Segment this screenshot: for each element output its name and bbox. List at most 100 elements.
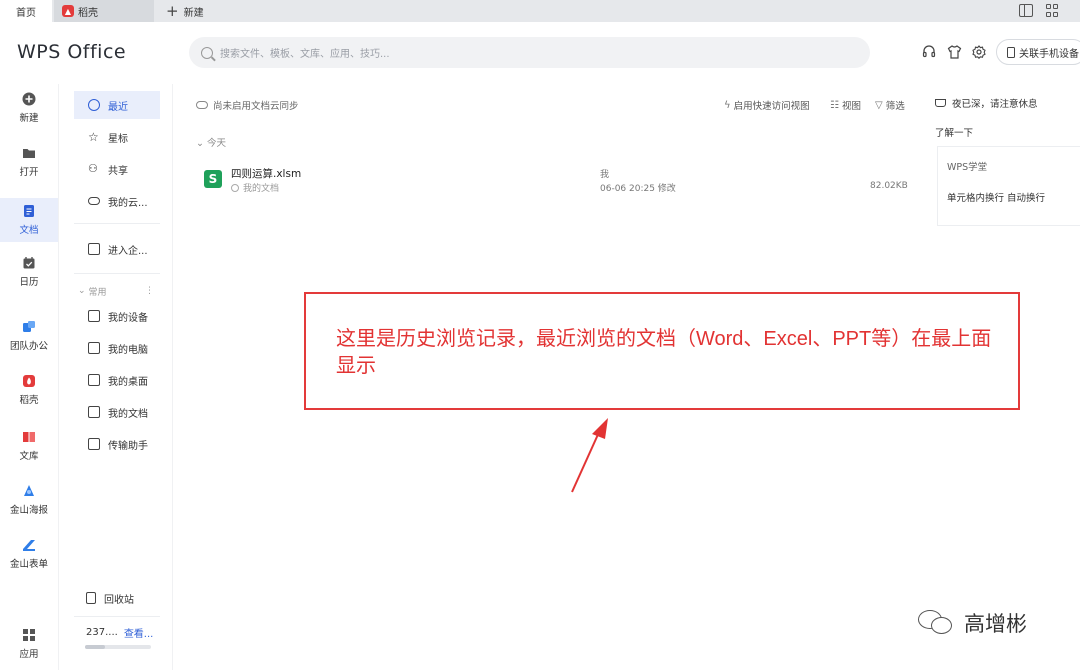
nav-label: 最近 <box>108 101 128 113</box>
link-phone-label: 关联手机设备 <box>1019 48 1079 60</box>
spreadsheet-file-icon: S <box>204 170 222 188</box>
file-modified-time: 06-06 20:25 修改 <box>600 184 676 194</box>
rail-item-daoke[interactable]: 稻壳 <box>0 374 58 414</box>
settings-gear-icon[interactable] <box>971 44 987 60</box>
nav-item-my-desktop[interactable]: 我的桌面 <box>74 366 160 394</box>
sync-note-text: 尚未启用文档云同步 <box>213 101 299 112</box>
rail-item-library[interactable]: 文库 <box>0 430 58 470</box>
new-tab-button[interactable]: + 新建 <box>164 0 224 22</box>
more-icon[interactable]: ⋮ <box>145 286 154 296</box>
file-name[interactable]: 四则运算.xlsm <box>231 166 301 181</box>
tab-bar: 首页 ▲ 稻壳 + 新建 <box>0 0 1080 22</box>
grid-view-icon[interactable] <box>1046 4 1060 17</box>
nav-item-mycloud[interactable]: 我的云... <box>74 187 160 215</box>
nav-item-my-docs[interactable]: 我的文档 <box>74 398 160 426</box>
card-tip[interactable]: 单元格内换行 自动换行 <box>947 190 1045 204</box>
form-icon <box>23 540 35 551</box>
rail-item-poster[interactable]: 金山海报 <box>0 484 58 524</box>
building-icon <box>88 243 100 255</box>
nav-item-enterprise[interactable]: 进入企... <box>74 235 160 263</box>
storage-used: 237.... <box>86 626 118 638</box>
rail-item-team[interactable]: 团队办公 <box>0 320 58 360</box>
section-today[interactable]: ⌄ 今天 <box>196 135 226 149</box>
nav-separator <box>74 273 160 274</box>
view-button[interactable]: ☷ 视图 <box>830 98 861 113</box>
nav-label: 星标 <box>108 133 128 145</box>
nav-group-label: 常用 <box>88 287 107 298</box>
location-icon <box>231 183 239 192</box>
file-location-text: 我的文档 <box>243 184 280 194</box>
nav-item-transfer[interactable]: 传输助手 <box>74 430 160 458</box>
rail-label: 文库 <box>19 451 39 462</box>
rail-item-form[interactable]: 金山表单 <box>0 538 58 578</box>
skin-shirt-icon[interactable] <box>946 44 962 60</box>
left-rail: 新建 打开 文档 日历 团队办公 稻壳 文库 金山海报 金山表单 应用 <box>0 84 58 670</box>
nav-label: 我的电脑 <box>108 344 148 356</box>
nav-divider <box>172 84 173 670</box>
watermark-text: 高增彬 <box>964 612 1027 636</box>
headset-icon[interactable] <box>921 44 937 60</box>
tab-daoke[interactable]: ▲ 稻壳 <box>54 0 154 22</box>
nav-item-starred[interactable]: ☆ 星标 <box>74 123 160 151</box>
section-today-label: 今天 <box>206 138 226 149</box>
filter-label: 筛选 <box>885 101 905 112</box>
search-input[interactable]: 搜索文件、模板、文库、应用、技巧... <box>189 37 870 68</box>
greeting-text: 夜已深，请注意休息 <box>952 99 1038 110</box>
tab-home[interactable]: 首页 <box>0 0 52 22</box>
rail-divider <box>58 84 59 670</box>
storage-progress-fill <box>85 645 105 649</box>
sidebar-toggle-icon[interactable] <box>1019 4 1033 17</box>
phone-icon <box>1007 46 1015 58</box>
annotation-text: 这里是历史浏览记录，最近浏览的文档（Word、Excel、PPT等）在最上面显示 <box>336 328 992 377</box>
folder-icon <box>23 149 35 158</box>
filter-button[interactable]: ▽ 筛选 <box>875 98 905 113</box>
filter-icon: ▽ <box>875 99 883 111</box>
rail-label: 稻壳 <box>19 395 39 406</box>
nav-item-recycle[interactable]: 回收站 <box>74 584 160 612</box>
quick-view-label: 启用快速访问视图 <box>733 101 810 112</box>
device-icon <box>88 310 100 322</box>
chevron-down-icon: ⌄ <box>196 138 207 149</box>
star-icon: ☆ <box>88 130 99 144</box>
search-icon <box>201 46 213 59</box>
nav-item-recent[interactable]: 最近 <box>74 91 160 119</box>
docs-folder-icon <box>88 406 100 418</box>
wps-academy-card[interactable]: WPS学堂 单元格内换行 自动换行 <box>937 146 1080 226</box>
nav-item-my-device[interactable]: 我的设备 <box>74 302 160 330</box>
plus-icon: + <box>166 1 179 20</box>
wechat-watermark: 高增彬 <box>918 608 1027 638</box>
document-icon <box>24 205 34 217</box>
rail-item-open[interactable]: 打开 <box>0 146 58 186</box>
quick-view-button[interactable]: ϟ 启用快速访问视图 <box>724 98 810 113</box>
nav-label: 回收站 <box>104 594 134 606</box>
rail-item-apps[interactable]: 应用 <box>0 628 58 668</box>
transfer-icon <box>88 438 100 450</box>
lightning-icon: ϟ <box>724 99 731 111</box>
nav-separator <box>74 223 160 224</box>
nav-group-common[interactable]: ⌄ 常用 ⋮ <box>74 281 160 301</box>
nav-label: 进入企... <box>108 245 148 257</box>
cloud-sync-notice[interactable]: 尚未启用文档云同步 <box>196 98 299 112</box>
rail-label: 日历 <box>19 277 39 288</box>
rail-item-docs[interactable]: 文档 <box>0 198 58 242</box>
rail-item-new[interactable]: 新建 <box>0 92 58 132</box>
rail-item-calendar[interactable]: 日历 <box>0 256 58 296</box>
learn-more-link[interactable]: 了解一下 <box>935 125 973 139</box>
desktop-icon <box>88 374 100 386</box>
annotation-arrow-icon <box>571 418 608 493</box>
night-greeting: 夜已深，请注意休息 <box>935 96 1038 110</box>
app-logo: WPS Office <box>17 41 127 63</box>
nav-item-my-pc[interactable]: 我的电脑 <box>74 334 160 362</box>
daoke-icon <box>23 375 35 387</box>
link-phone-button[interactable]: 关联手机设备 <box>996 39 1080 65</box>
storage-view-link[interactable]: 查看... <box>124 625 154 640</box>
rail-label: 金山表单 <box>9 559 48 570</box>
nav-label: 共享 <box>108 165 128 177</box>
list-view-icon: ☷ <box>830 99 839 111</box>
nav-item-shared[interactable]: ⚇ 共享 <box>74 155 160 183</box>
clock-icon <box>88 99 100 111</box>
nav-label: 我的设备 <box>108 312 148 324</box>
search-placeholder: 搜索文件、模板、文库、应用、技巧... <box>220 49 390 60</box>
rail-label: 应用 <box>19 649 39 660</box>
file-row[interactable]: S 四则运算.xlsm 我的文档 我 06-06 20:25 修改 82.02K… <box>196 160 916 200</box>
